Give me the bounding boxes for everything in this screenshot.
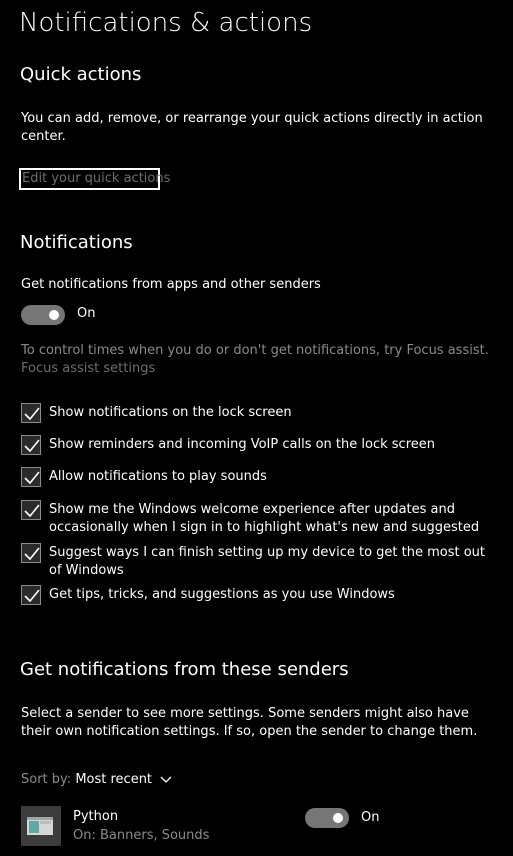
window-icon (27, 817, 53, 835)
finish-setup-checkbox-label: Suggest ways I can finish setting up my … (49, 545, 486, 578)
notifications-heading: Notifications (20, 232, 133, 253)
chevron-down-icon (160, 776, 172, 783)
finish-setup-checkbox[interactable] (21, 543, 41, 563)
play-sounds-checkbox-label: Allow notifications to play sounds (49, 469, 267, 484)
voip-lock-screen-checkbox-label: Show reminders and incoming VoIP calls o… (49, 437, 435, 452)
python-app-name[interactable]: Python (73, 809, 118, 824)
page-title: Notifications & actions (19, 8, 313, 38)
voip-lock-screen-checkbox[interactable] (21, 435, 41, 455)
edit-quick-actions-link[interactable]: Edit your quick actions (19, 168, 170, 190)
lock-screen-checkbox[interactable] (21, 403, 41, 423)
python-app-icon[interactable] (21, 806, 61, 846)
sort-control[interactable]: Sort by: Most recent (21, 772, 172, 787)
notifications-toggle-state: On (77, 306, 96, 321)
check-icon (24, 439, 40, 453)
quick-actions-heading: Quick actions (20, 64, 142, 85)
welcome-experience-checkbox[interactable] (21, 500, 41, 520)
check-icon (24, 504, 40, 518)
toggle-knob (49, 310, 59, 320)
quick-actions-description: You can add, remove, or rearrange your q… (21, 111, 483, 144)
senders-description: Select a sender to see more settings. So… (21, 706, 478, 739)
sort-value: Most recent (75, 772, 153, 787)
check-icon (24, 547, 40, 561)
lock-screen-checkbox-label: Show notifications on the lock screen (49, 405, 292, 420)
welcome-experience-checkbox-label: Show me the Windows welcome experience a… (49, 502, 480, 535)
focus-assist-text: To control times when you do or don't ge… (21, 343, 489, 358)
get-notifications-label: Get notifications from apps and other se… (21, 277, 321, 292)
play-sounds-checkbox[interactable] (21, 467, 41, 487)
notifications-toggle[interactable] (21, 305, 65, 325)
senders-heading: Get notifications from these senders (20, 659, 349, 680)
tips-tricks-checkbox-label: Get tips, tricks, and suggestions as you… (49, 587, 395, 602)
python-app-subtitle: On: Banners, Sounds (73, 828, 210, 843)
focus-assist-settings-link[interactable]: Focus assist settings (21, 360, 155, 378)
python-toggle[interactable] (305, 808, 349, 828)
tips-tricks-checkbox[interactable] (21, 585, 41, 605)
sort-label: Sort by: (21, 772, 72, 787)
python-toggle-state: On (361, 810, 380, 825)
check-icon (24, 471, 40, 485)
check-icon (24, 407, 40, 421)
check-icon (24, 589, 40, 603)
toggle-knob (333, 813, 343, 823)
